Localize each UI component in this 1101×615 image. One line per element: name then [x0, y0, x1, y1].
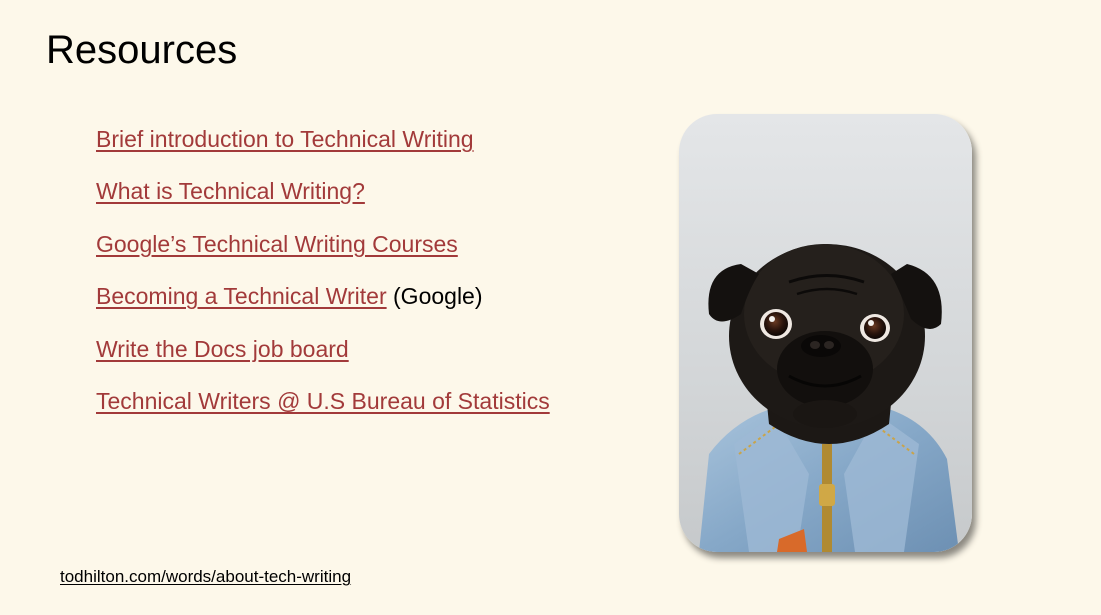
pug-illustration — [679, 114, 972, 552]
link-technical-writers-bls[interactable]: Technical Writers @ U.S Bureau of Statis… — [96, 388, 550, 414]
pug-photo — [679, 114, 972, 552]
resource-item-what-is: What is Technical Writing? — [96, 172, 550, 224]
resource-list: Brief introduction to Technical Writing … — [96, 120, 550, 434]
link-becoming-a-technical-writer[interactable]: Becoming a Technical Writer — [96, 283, 387, 309]
footer-link-todhilton[interactable]: todhilton.com/words/about-tech-writing — [60, 566, 351, 588]
resource-item-bls: Technical Writers @ U.S Bureau of Statis… — [96, 382, 550, 434]
link-google-technical-writing-courses[interactable]: Google’s Technical Writing Courses — [96, 231, 458, 257]
resource-note-google: (Google) — [386, 283, 483, 310]
resource-item-becoming-writer: Becoming a Technical Writer (Google) — [96, 277, 550, 329]
link-brief-introduction[interactable]: Brief introduction to Technical Writing — [96, 126, 474, 152]
resource-item-intro: Brief introduction to Technical Writing — [96, 120, 550, 172]
resource-item-job-board: Write the Docs job board — [96, 330, 550, 382]
resource-item-google-courses: Google’s Technical Writing Courses — [96, 225, 550, 277]
link-write-the-docs-job-board[interactable]: Write the Docs job board — [96, 336, 349, 362]
link-what-is-technical-writing[interactable]: What is Technical Writing? — [96, 178, 365, 204]
slide-title: Resources — [46, 28, 238, 72]
